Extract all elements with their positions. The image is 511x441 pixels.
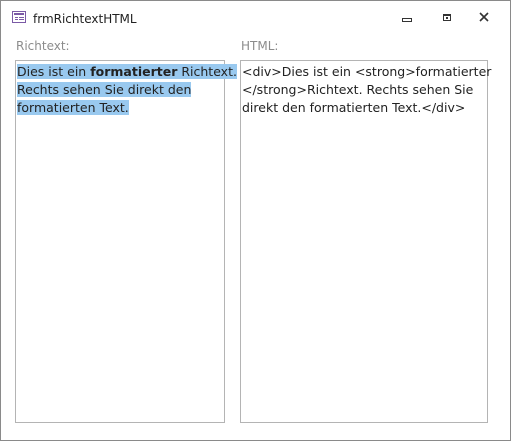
form-icon [12, 11, 26, 23]
richtext-line3: formatierten Text. [17, 100, 129, 115]
html-textbox[interactable]: <div>Dies ist ein <strong>formatierter <… [240, 60, 492, 423]
window-title: frmRichtextHTML [33, 12, 137, 26]
richtext-bold-word: formatierter [90, 64, 178, 79]
richtext-line1-pre: Dies ist ein [17, 64, 91, 79]
richtext-label: Richtext: [16, 39, 70, 53]
html-line1: <div>Dies ist ein <strong>formatierter [242, 64, 492, 79]
html-line3: direkt den formatierten Text.</div> [242, 100, 466, 115]
form-body: Richtext: HTML: Dies ist ein formatierte… [1, 32, 510, 440]
title-bar[interactable]: frmRichtextHTML [1, 1, 510, 32]
richtext-textbox[interactable]: Dies ist ein formatierter Richtext. Rech… [15, 60, 237, 423]
richtext-line2: Rechts sehen Sie direkt den [17, 82, 192, 97]
html-line2: </strong>Richtext. Rechts sehen Sie [242, 82, 474, 97]
form-window: frmRichtextHTML Richtext: HTML: Dies ist… [0, 0, 511, 441]
html-label: HTML: [241, 39, 279, 53]
maximize-icon[interactable] [434, 7, 460, 27]
close-icon[interactable] [471, 7, 497, 27]
minimize-icon[interactable] [394, 7, 420, 27]
richtext-line1-post: Richtext. [177, 64, 237, 79]
